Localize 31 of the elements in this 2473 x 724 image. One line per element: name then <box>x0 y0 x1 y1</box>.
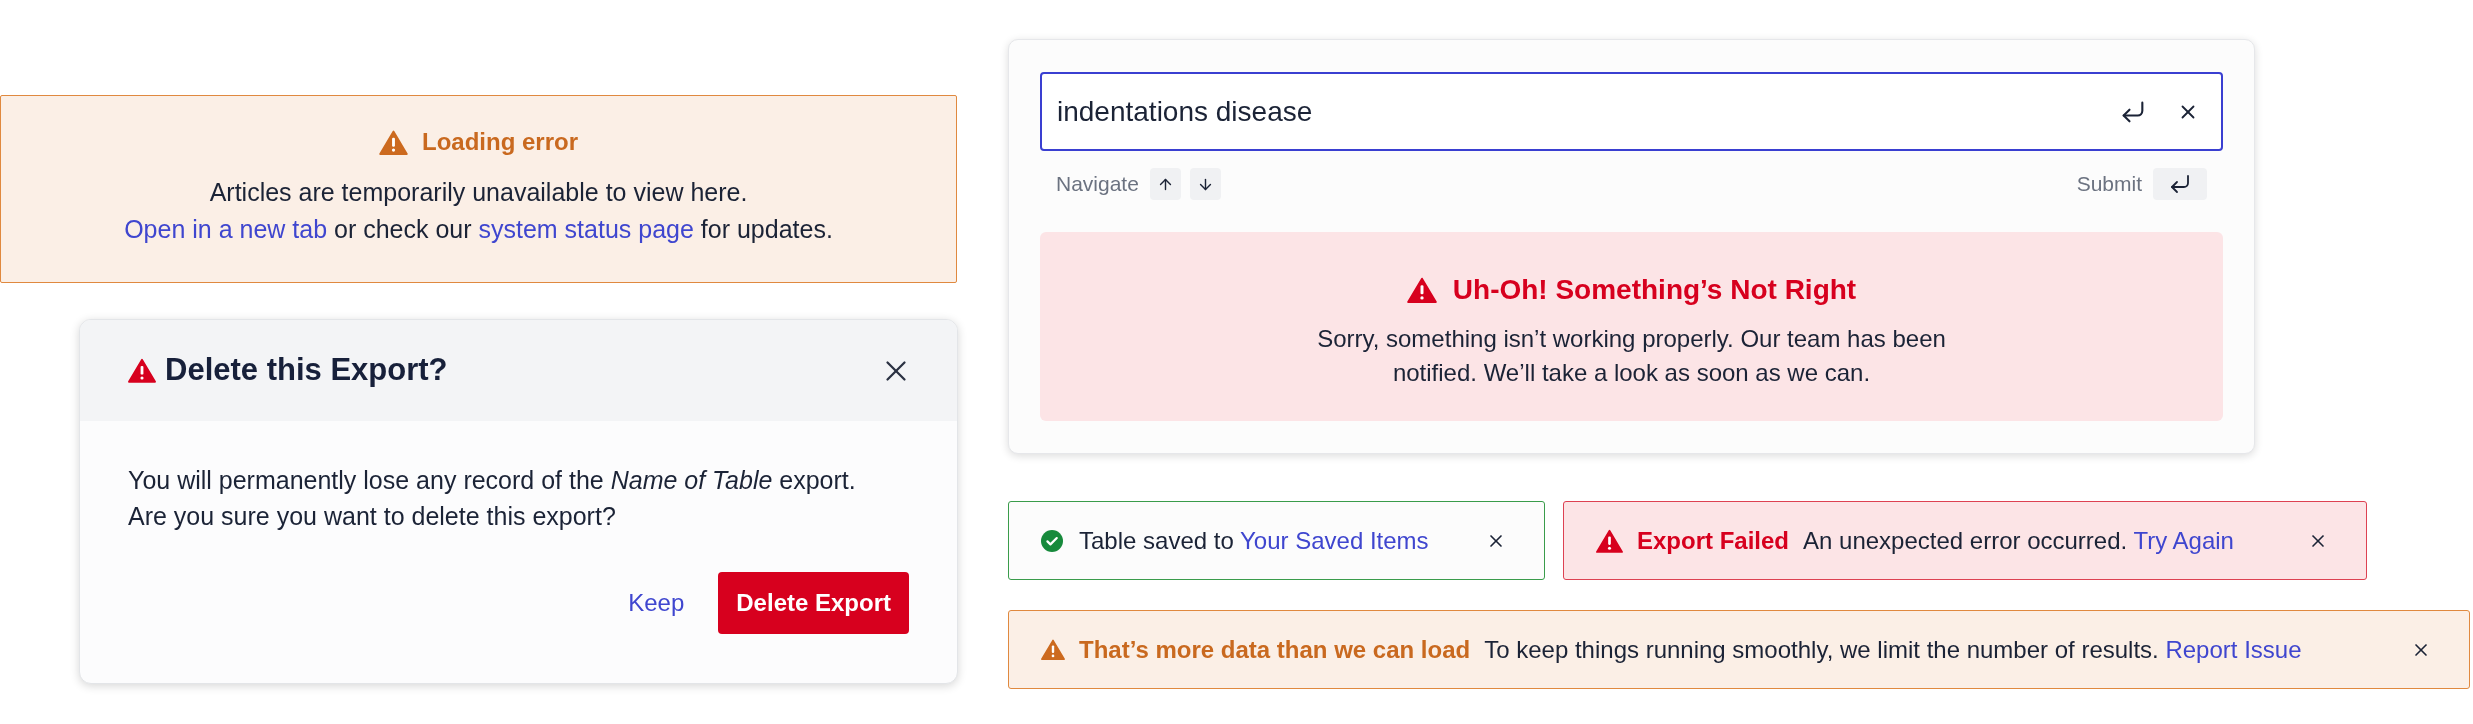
toast-message: To keep things running smoothly, we limit the number of results. Report Issue <box>1484 634 2302 665</box>
warning-icon <box>1406 277 1437 303</box>
toast-link[interactable]: Try Again <box>2133 526 2234 554</box>
alert-link[interactable]: system status page <box>478 215 694 243</box>
arrow-down-key-icon <box>1189 168 1221 200</box>
toast-link[interactable]: Your Saved Items <box>1240 526 1429 554</box>
error-message: Sorry, something isn’t working properly. Our team has been notified. We’ll take a look as soon as we can. <box>1316 324 1947 388</box>
hint-label: Navigate <box>1056 171 1139 198</box>
search-input[interactable]: indentations disease <box>1057 90 2119 133</box>
warning-icon <box>1041 639 1065 660</box>
alert-title: Loading error <box>422 127 578 157</box>
dialog-title: Delete this Export? <box>165 351 448 390</box>
alert-link[interactable]: Open in a new tab <box>124 215 328 243</box>
arrow-up-key-icon <box>1149 168 1181 200</box>
dialog-message: You will permanently lose any record of the Name of Table export. Are you sure you want to delete this export? <box>128 465 857 532</box>
toast-message: Table saved to Your Saved Items <box>1079 525 1429 556</box>
hint-label: Submit <box>2076 171 2142 198</box>
check-circle-icon <box>1041 529 1063 552</box>
toast-title: That’s more data than we can load <box>1079 634 1471 665</box>
toast-title: Export Failed <box>1637 525 1790 556</box>
error-title: Uh-Oh! Something’s Not Right <box>1452 273 1857 307</box>
enter-key-icon <box>2153 168 2207 200</box>
search-field[interactable]: indentations disease <box>1040 72 2223 151</box>
confirm-button[interactable]: Delete Export <box>718 572 909 634</box>
cancel-button[interactable]: Keep <box>612 572 701 634</box>
toast-link[interactable]: Report Issue <box>2165 635 2302 663</box>
warning-icon <box>128 358 156 383</box>
warning-icon <box>379 129 408 155</box>
warning-icon <box>1596 528 1623 553</box>
toast-message: An unexpected error occurred. Try Again <box>1803 525 2234 556</box>
alert-message: Articles are temporarily unavailable to view here. Open in a new tab or check our system status page for updates. <box>124 177 833 245</box>
